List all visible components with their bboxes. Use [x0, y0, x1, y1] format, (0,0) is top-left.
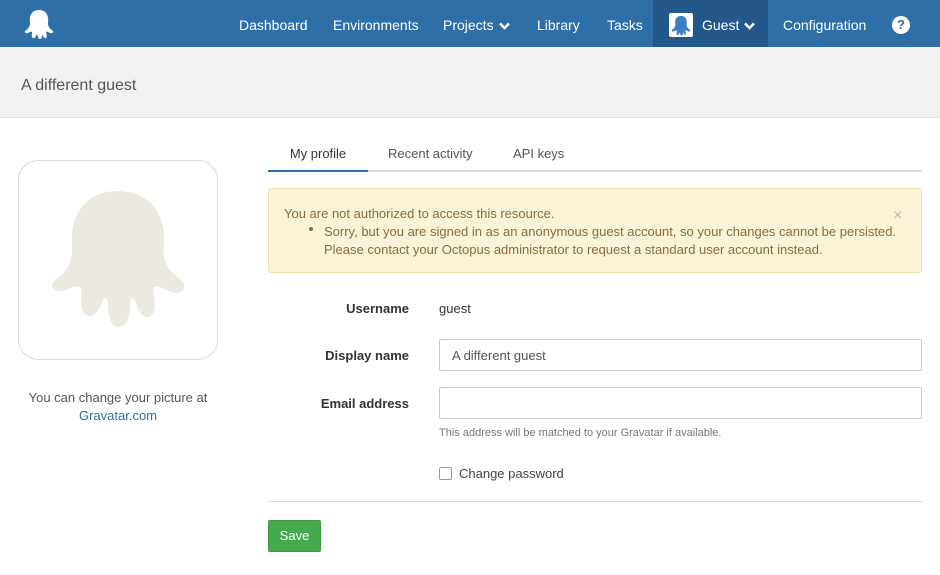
change-picture-label: You can change your picture at — [28, 390, 208, 405]
nav-library[interactable]: Library — [537, 0, 580, 47]
avatar — [18, 160, 218, 360]
nav-dashboard[interactable]: Dashboard — [239, 0, 308, 47]
help-icon[interactable]: ? — [892, 16, 910, 34]
nav-guest[interactable]: Guest — [702, 0, 756, 47]
nav-tasks[interactable]: Tasks — [607, 0, 643, 47]
octopus-avatar-icon — [51, 191, 185, 328]
page-title: A different guest — [21, 77, 137, 94]
nav-configuration[interactable]: Configuration — [783, 0, 866, 47]
warning-alert: You are not authorized to access this re… — [268, 188, 922, 273]
change-picture-text: You can change your picture at Gravatar.… — [18, 389, 218, 425]
username-value: guest — [439, 301, 471, 316]
chevron-down-icon — [744, 22, 756, 30]
nav-environments[interactable]: Environments — [333, 0, 419, 47]
nav-guest-label: Guest — [702, 17, 740, 33]
change-password-label[interactable]: Change password — [459, 466, 564, 481]
save-button[interactable]: Save — [268, 520, 321, 552]
gravatar-link[interactable]: Gravatar.com — [79, 408, 157, 423]
close-icon[interactable]: × — [893, 207, 902, 225]
display-name-label: Display name — [325, 348, 409, 363]
chevron-down-icon — [498, 22, 510, 30]
octopus-logo-icon[interactable] — [22, 7, 56, 41]
email-field[interactable] — [439, 387, 922, 419]
tab-my-profile[interactable]: My profile — [268, 138, 368, 172]
nav-projects-label: Projects — [443, 17, 494, 33]
alert-bullet — [309, 227, 313, 231]
guest-avatar — [669, 13, 693, 37]
nav-projects[interactable]: Projects — [443, 0, 510, 47]
display-name-field[interactable] — [439, 339, 922, 371]
guest-avatar-icon — [671, 15, 691, 36]
tab-api-keys[interactable]: API keys — [513, 138, 564, 172]
change-password-checkbox[interactable] — [439, 467, 452, 480]
profile-tabs: My profile Recent activity API keys — [268, 138, 922, 172]
alert-title: You are not authorized to access this re… — [284, 206, 555, 221]
username-label: Username — [346, 301, 409, 316]
email-help-text: This address will be matched to your Gra… — [439, 427, 722, 439]
title-band: A different guest — [0, 47, 940, 118]
alert-message: Sorry, but you are signed in as an anony… — [324, 224, 897, 257]
form-divider — [268, 501, 922, 502]
top-nav: Dashboard Environments Projects Library … — [0, 0, 940, 47]
tab-recent-activity[interactable]: Recent activity — [388, 138, 473, 172]
email-label: Email address — [320, 396, 409, 411]
